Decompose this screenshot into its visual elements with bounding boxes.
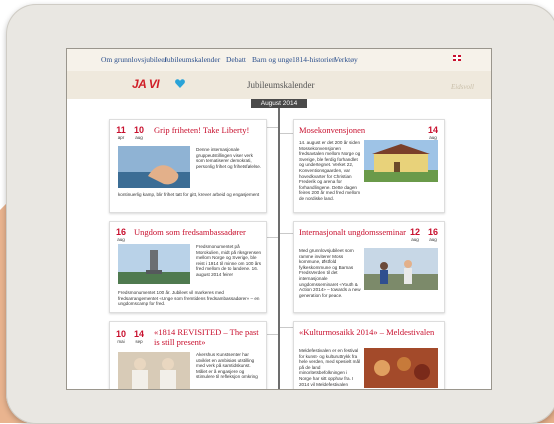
top-navigation: Om grunnlovsjubileet Jubileumskalender D… <box>67 49 491 72</box>
end-day: 14 <box>133 329 144 339</box>
event-title[interactable]: Grip friheten! Take Liberty! <box>154 125 262 135</box>
end-date: 10 aug <box>130 125 148 141</box>
event-text: Fredsmonumentet på Morokulien, midt på r… <box>196 244 262 277</box>
event-day: 16 <box>115 227 126 237</box>
event-date: 16 aug <box>112 227 130 243</box>
event-card-internasjonalt-ungdomsseminar[interactable]: Internasjonalt ungdomsseminar 12 aug 16 … <box>293 221 445 313</box>
timeline-connector <box>280 233 293 234</box>
event-image <box>118 352 190 389</box>
start-date: 12 aug <box>406 227 424 243</box>
start-date: 10 mai <box>112 329 130 345</box>
event-image <box>364 248 438 290</box>
timeline-connector <box>280 133 293 134</box>
event-image <box>118 244 190 284</box>
event-title[interactable]: Mosekonvensjonen <box>299 125 419 135</box>
nav-item-om-grunnlovsjubileet[interactable]: Om grunnlovsjubileet <box>101 55 167 64</box>
start-day: 10 <box>115 329 126 339</box>
event-image <box>364 140 438 182</box>
event-text: 14. august er det 200 år siden Mossekonv… <box>299 140 361 201</box>
event-title[interactable]: «Kulturmosaikk 2014» – Meldestivalen <box>299 327 437 337</box>
heart-icon <box>175 79 185 88</box>
event-month: aug <box>117 237 125 242</box>
event-title[interactable]: Ungdom som fredsambassadører <box>134 227 264 237</box>
month-label: August 2014 <box>251 99 307 108</box>
event-date: 14 aug <box>424 125 442 141</box>
event-text: Denne internasjonale gruppeutstillingen … <box>196 147 262 169</box>
event-card-grip-friheten[interactable]: 11 apr 10 aug Grip friheten! Take Libert… <box>109 119 267 213</box>
end-month: sep <box>135 339 143 344</box>
timeline-connector <box>280 327 293 328</box>
event-title[interactable]: Internasjonalt ungdomsseminar <box>299 227 407 237</box>
event-card-1814-revisited[interactable]: 10 mai 14 sep «1814 REVISITED – The past… <box>109 321 267 389</box>
start-date: 11 apr <box>112 125 130 141</box>
event-text: Akershus Kunstsenter har utviklet en amb… <box>196 352 258 380</box>
event-day: 14 <box>427 125 438 135</box>
nav-item-1814-historien[interactable]: 1814-historien <box>292 55 336 64</box>
end-day: 10 <box>133 125 144 135</box>
end-date: 16 aug <box>424 227 442 243</box>
tablet-frame: Om grunnlovsjubileet Jubileumskalender D… <box>6 4 554 424</box>
nav-item-barn-og-unge[interactable]: Barn og unge <box>252 55 292 64</box>
event-text-continued: kontinuerlig kamp, blir frihet tatt for … <box>118 192 260 197</box>
start-month: aug <box>411 237 419 242</box>
start-month: mai <box>117 339 125 344</box>
event-card-mosekonvensjonen[interactable]: Mosekonvensjonen 14 aug 14. august er de… <box>293 119 445 213</box>
end-month: aug <box>429 237 437 242</box>
nav-item-verktoy[interactable]: Verktøy <box>334 55 358 64</box>
event-image <box>118 146 190 188</box>
timeline-line <box>278 105 280 389</box>
page-title: Jubileumskalender <box>247 80 315 90</box>
screen: Om grunnlovsjubileet Jubileumskalender D… <box>66 48 492 390</box>
ja-vi-logo[interactable]: JA VI <box>132 77 160 91</box>
nav-item-jubileumskalender[interactable]: Jubileumskalender <box>164 55 220 64</box>
end-date: 14 sep <box>130 329 148 345</box>
end-month: aug <box>135 135 143 140</box>
site-header: JA VI Jubileumskalender Eidsvoll <box>67 71 491 99</box>
english-flag-icon[interactable] <box>453 55 461 61</box>
event-card-ungdom-fredsambassadorer[interactable]: 16 aug Ungdom som fredsambassadører Fred… <box>109 221 267 313</box>
event-card-kulturmosaikk[interactable]: «Kulturmosaikk 2014» – Meldestivalen Mel… <box>293 321 445 389</box>
start-day: 11 <box>116 125 126 135</box>
end-day: 16 <box>427 227 438 237</box>
event-text-continued: Fredsmonumentet 100 år. Jubileet vil mar… <box>118 290 260 307</box>
event-text: Med grunnlovsjubileet som ramme invitere… <box>299 248 361 298</box>
start-day: 12 <box>409 227 420 237</box>
event-image <box>364 348 438 388</box>
event-title[interactable]: «1814 REVISITED – The past is still pres… <box>154 327 262 347</box>
signature-watermark: Eidsvoll <box>451 83 474 91</box>
event-text: Meldefestivalen er en festival for kunst… <box>299 348 361 387</box>
nav-item-debatt[interactable]: Debatt <box>226 55 246 64</box>
start-month: apr <box>117 135 125 140</box>
